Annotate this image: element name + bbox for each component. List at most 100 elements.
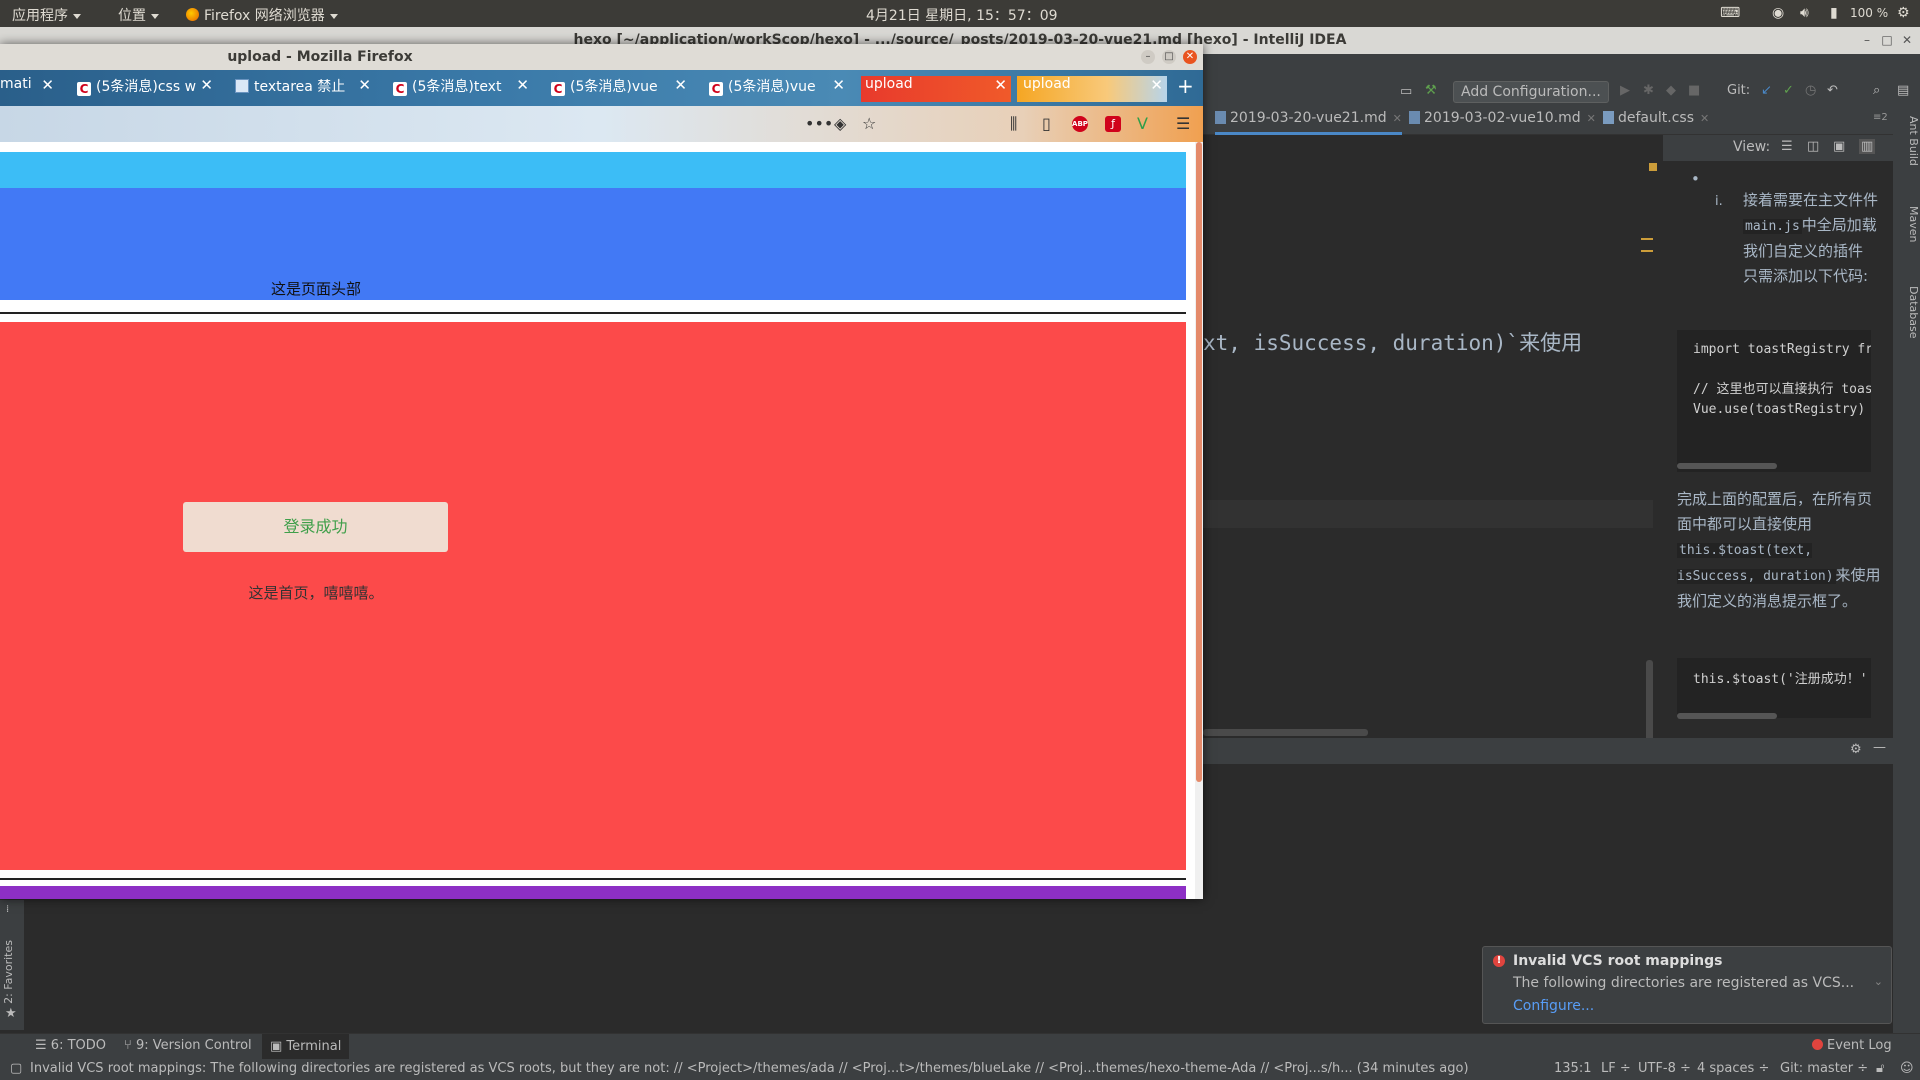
hamburger-menu-icon[interactable]: ☰ <box>1176 114 1190 133</box>
vue-devtools-icon[interactable]: V <box>1137 114 1148 133</box>
apps-menu[interactable]: 应用程序 <box>12 5 81 25</box>
caret-position[interactable]: 135:1 <box>1554 1061 1591 1076</box>
preview-only-icon[interactable]: ▣ <box>1833 139 1845 154</box>
revert-icon[interactable]: ↶ <box>1827 83 1838 98</box>
new-tab-button[interactable]: + <box>1177 74 1197 100</box>
maximize-icon[interactable]: □ <box>1162 50 1176 64</box>
browser-tab[interactable]: textarea 禁止 ✕ <box>235 76 375 102</box>
vertical-scrollbar[interactable] <box>1646 660 1653 742</box>
chevron-down-icon[interactable]: ⌄ <box>1874 975 1883 988</box>
layout-toggle-icon[interactable]: ▥ <box>1859 139 1876 154</box>
browser-tab[interactable]: upload ✕ <box>861 76 1011 102</box>
page-scrollbar[interactable] <box>1195 142 1203 899</box>
search-icon[interactable]: ⌕ <box>1873 83 1880 98</box>
library-icon[interactable]: ⫼ <box>1010 114 1017 134</box>
close-icon[interactable]: ✕ <box>832 76 845 94</box>
close-icon[interactable]: ✕ <box>41 76 54 94</box>
wifi-icon[interactable]: ◉ <box>1772 5 1784 21</box>
close-icon[interactable]: ✕ <box>1700 112 1709 125</box>
minimize-icon[interactable]: – <box>1860 33 1874 47</box>
close-icon[interactable]: ✕ <box>1183 50 1197 64</box>
battery-icon[interactable]: ▮ <box>1830 5 1838 21</box>
star-icon[interactable]: ★ <box>5 1006 17 1021</box>
editor-tab-vue21[interactable]: 2019-03-20-vue21.md ✕ <box>1215 110 1402 135</box>
close-icon[interactable]: ✕ <box>1393 112 1402 125</box>
minimize-icon[interactable]: – <box>1141 50 1155 64</box>
login-success-button[interactable]: 登录成功 <box>183 502 448 552</box>
bookmark-star-icon[interactable]: ☆ <box>862 114 876 133</box>
build-hammer-icon[interactable]: ⚒ <box>1425 83 1437 98</box>
maximize-icon[interactable]: □ <box>1880 33 1894 47</box>
configure-link[interactable]: Configure... <box>1513 998 1594 1014</box>
close-icon[interactable]: ✕ <box>1587 112 1596 125</box>
history-icon[interactable]: ◷ <box>1805 83 1816 98</box>
close-icon[interactable]: ✕ <box>516 76 529 94</box>
warning-marker[interactable] <box>1649 163 1657 171</box>
maven-tab[interactable]: Maven <box>1893 206 1920 242</box>
hide-icon[interactable]: — <box>1873 740 1886 755</box>
event-log-tab[interactable]: Event Log <box>1812 1038 1892 1053</box>
run-icon[interactable]: ▶ <box>1620 83 1630 98</box>
change-marker[interactable] <box>1641 238 1653 240</box>
close-icon[interactable]: ✕ <box>1900 33 1914 47</box>
editor-tab-default-css[interactable]: default.css ✕ <box>1603 110 1709 132</box>
structure-icon[interactable]: ⁞ <box>6 904 9 915</box>
close-icon[interactable]: ✕ <box>674 76 687 94</box>
editor-pane[interactable]: xt, isSuccess, duration)`来使用 <box>1203 135 1657 742</box>
split-view-icon[interactable]: ◫ <box>1807 139 1819 154</box>
favorites-tab[interactable]: 2: Favorites <box>2 940 15 1004</box>
terminal-tab[interactable]: ▣ Terminal <box>262 1034 350 1059</box>
places-menu[interactable]: 位置 <box>118 5 159 25</box>
close-icon[interactable]: ✕ <box>200 76 213 94</box>
inspector-icon[interactable]: ☺ <box>1900 1061 1914 1076</box>
flash-icon[interactable]: ƒ <box>1105 116 1121 132</box>
keyboard-icon[interactable]: ⌨ <box>1720 5 1740 21</box>
firefox-menu[interactable]: Firefox 网络浏览器 <box>186 5 338 25</box>
ant-build-tab[interactable]: Ant Build <box>1893 116 1920 166</box>
database-tab[interactable]: Database <box>1893 286 1920 339</box>
git-branch[interactable]: Git: master ÷ <box>1780 1061 1868 1076</box>
coverage-icon[interactable]: ◆ <box>1666 83 1676 98</box>
gear-icon[interactable]: ⚙ <box>1850 742 1862 757</box>
status-message[interactable]: Invalid VCS root mappings: The following… <box>30 1061 1530 1076</box>
horizontal-scrollbar[interactable] <box>1203 729 1368 736</box>
layout-icon[interactable]: ▭ <box>1400 84 1412 99</box>
git-update-icon[interactable]: ↙ <box>1761 83 1772 98</box>
todo-tab[interactable]: ☰ 6: TODO <box>35 1038 106 1053</box>
code-scrollbar[interactable] <box>1677 713 1777 719</box>
pocket-icon[interactable]: ◈ <box>834 114 846 133</box>
stop-icon[interactable]: ■ <box>1688 83 1700 98</box>
editor-only-icon[interactable]: ☰ <box>1781 139 1793 154</box>
browser-tab-active[interactable]: upload ✕ <box>1017 76 1167 102</box>
gear-icon[interactable]: ⚙ <box>1897 5 1910 21</box>
browser-tab[interactable]: C (5条消息)text ✕ <box>393 76 533 102</box>
debug-icon[interactable]: ✱ <box>1643 83 1654 98</box>
sidebar-icon[interactable]: ▯ <box>1042 114 1051 133</box>
scrollbar-thumb[interactable] <box>1196 142 1202 782</box>
close-icon[interactable]: ✕ <box>358 76 371 94</box>
close-icon[interactable]: ✕ <box>994 76 1007 94</box>
volume-icon[interactable]: 🔊︎ <box>1800 5 1809 21</box>
vcs-notification-balloon[interactable]: ! Invalid VCS root mappings The followin… <box>1482 946 1892 1024</box>
project-structure-icon[interactable]: ▤ <box>1897 83 1909 98</box>
clock[interactable]: 4月21日 星期日, 15：57：09 <box>866 5 1058 25</box>
editor-tab-vue10[interactable]: 2019-03-02-vue10.md ✕ <box>1409 110 1596 132</box>
browser-tab[interactable]: mati ✕ <box>0 76 58 102</box>
version-control-tab[interactable]: ⑂ 9: Version Control <box>124 1038 252 1053</box>
code-scrollbar[interactable] <box>1677 463 1777 469</box>
browser-tab[interactable]: C (5条消息)css w ✕ <box>77 76 217 102</box>
indent-setting[interactable]: 4 spaces ÷ <box>1697 1061 1769 1076</box>
adblock-icon[interactable]: ABP <box>1072 116 1088 132</box>
change-marker[interactable] <box>1641 250 1653 252</box>
lock-icon[interactable]: 🔓︎ <box>1876 1061 1884 1076</box>
add-configuration-button[interactable]: Add Configuration... <box>1453 81 1609 103</box>
git-commit-icon[interactable]: ✓ <box>1783 83 1794 98</box>
status-window-icon[interactable]: ▢ <box>10 1061 22 1076</box>
line-separator[interactable]: LF ÷ <box>1601 1061 1631 1076</box>
file-encoding[interactable]: UTF-8 ÷ <box>1638 1061 1691 1076</box>
page-actions-icon[interactable]: ••• <box>805 114 833 133</box>
browser-tab[interactable]: C (5条消息)vue ✕ <box>551 76 691 102</box>
browser-tab[interactable]: C (5条消息)vue ✕ <box>709 76 849 102</box>
close-icon[interactable]: ✕ <box>1150 76 1163 94</box>
tab-count-badge[interactable]: ≡2 <box>1873 112 1888 123</box>
